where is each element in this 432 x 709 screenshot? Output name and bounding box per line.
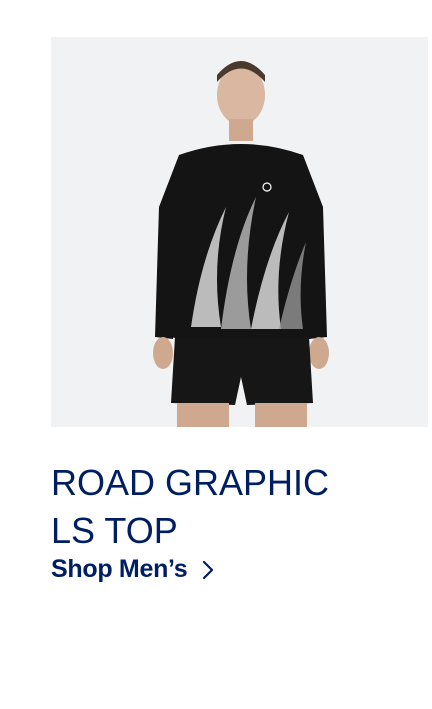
product-title[interactable]: ROAD GRAPHIC LS TOP bbox=[51, 459, 381, 555]
shop-mens-label: Shop Men’s bbox=[51, 555, 188, 583]
product-image[interactable] bbox=[51, 37, 428, 427]
product-card[interactable]: ROAD GRAPHIC LS TOP bbox=[51, 37, 432, 555]
shop-mens-link[interactable]: Shop Men’s bbox=[51, 555, 215, 584]
chevron-right-icon bbox=[201, 559, 215, 581]
